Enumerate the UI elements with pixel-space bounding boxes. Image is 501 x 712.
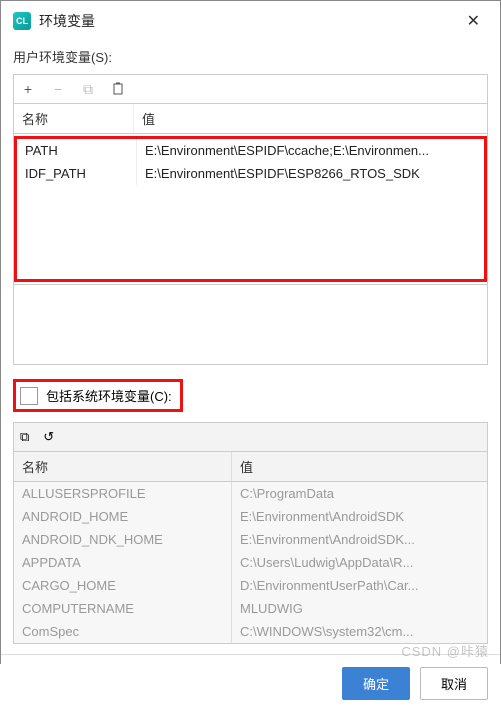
table-row[interactable]: ALLUSERSPROFILE C:\ProgramData (14, 482, 487, 505)
titlebar: CL 环境变量 ✕ (1, 1, 500, 41)
col-header-name[interactable]: 名称 (14, 104, 134, 133)
ok-button[interactable]: 确定 (342, 667, 410, 700)
table-row[interactable]: CARGO_HOME D:\EnvironmentUserPath\Car... (14, 574, 487, 597)
table-row[interactable]: APPDATA C:\Users\Ludwig\AppData\R... (14, 551, 487, 574)
cell-value: C:\ProgramData (232, 482, 487, 505)
cell-value: E:\Environment\ESPIDF\ESP8266_RTOS_SDK (137, 162, 484, 185)
system-table-header: 名称 值 (14, 452, 487, 482)
include-system-label: 包括系统环境变量(C): (46, 386, 172, 405)
user-vars-toolbar: + − ⧉ (13, 74, 488, 103)
table-row[interactable]: ComSpec C:\WINDOWS\system32\cm... (14, 620, 487, 643)
user-table-header: 名称 值 (14, 104, 487, 134)
cell-value: E:\Environment\AndroidSDK... (232, 528, 487, 551)
env-vars-dialog: CL 环境变量 ✕ 用户环境变量(S): + − ⧉ 名称 值 PATH E:\… (0, 0, 501, 664)
dialog-title: 环境变量 (39, 11, 459, 31)
undo-icon: ↺ (43, 429, 54, 445)
cell-name: APPDATA (14, 551, 232, 574)
dialog-content: 用户环境变量(S): + − ⧉ 名称 值 PATH E:\Environmen… (1, 41, 500, 654)
close-icon[interactable]: ✕ (459, 9, 488, 33)
cell-name: ALLUSERSPROFILE (14, 482, 232, 505)
copy-icon: ⧉ (20, 429, 29, 445)
add-icon[interactable]: + (20, 81, 36, 97)
cell-name: ComSpec (14, 620, 232, 643)
cell-name: PATH (17, 139, 137, 162)
cell-name: COMPUTERNAME (14, 597, 232, 620)
col-header-name[interactable]: 名称 (14, 452, 232, 481)
system-vars-toolbar: ⧉ ↺ (13, 422, 488, 451)
table-row[interactable]: IDF_PATH E:\Environment\ESPIDF\ESP8266_R… (17, 162, 484, 185)
user-rows-highlight: PATH E:\Environment\ESPIDF\ccache;E:\Env… (14, 136, 487, 282)
col-header-value[interactable]: 值 (232, 452, 487, 481)
cell-name: IDF_PATH (17, 162, 137, 185)
copy-icon[interactable]: ⧉ (80, 81, 96, 97)
table-row[interactable]: COMPUTERNAME MLUDWIG (14, 597, 487, 620)
col-header-value[interactable]: 值 (134, 104, 487, 133)
system-vars-table: 名称 值 ALLUSERSPROFILE C:\ProgramData ANDR… (13, 451, 488, 644)
cell-value: D:\EnvironmentUserPath\Car... (232, 574, 487, 597)
cancel-button[interactable]: 取消 (420, 667, 488, 700)
table-row[interactable]: ANDROID_HOME E:\Environment\AndroidSDK (14, 505, 487, 528)
user-vars-label: 用户环境变量(S): (13, 47, 488, 66)
cell-name: CARGO_HOME (14, 574, 232, 597)
cell-value: C:\Users\Ludwig\AppData\R... (232, 551, 487, 574)
include-system-row: 包括系统环境变量(C): (13, 379, 488, 412)
user-table-empty-area[interactable] (13, 285, 488, 365)
cell-value: E:\Environment\ESPIDF\ccache;E:\Environm… (137, 139, 484, 162)
cell-value: E:\Environment\AndroidSDK (232, 505, 487, 528)
paste-icon[interactable] (110, 81, 126, 97)
table-row[interactable]: PATH E:\Environment\ESPIDF\ccache;E:\Env… (17, 139, 484, 162)
cell-value: C:\WINDOWS\system32\cm... (232, 620, 487, 643)
remove-icon[interactable]: − (50, 81, 66, 97)
dialog-buttons: 确定 取消 (1, 654, 500, 712)
include-system-checkbox[interactable] (20, 387, 38, 405)
user-vars-table: 名称 值 PATH E:\Environment\ESPIDF\ccache;E… (13, 103, 488, 285)
include-system-highlight: 包括系统环境变量(C): (13, 379, 183, 412)
table-row[interactable]: ANDROID_NDK_HOME E:\Environment\AndroidS… (14, 528, 487, 551)
cell-name: ANDROID_HOME (14, 505, 232, 528)
app-icon: CL (13, 12, 31, 30)
cell-value: MLUDWIG (232, 597, 487, 620)
cell-name: ANDROID_NDK_HOME (14, 528, 232, 551)
